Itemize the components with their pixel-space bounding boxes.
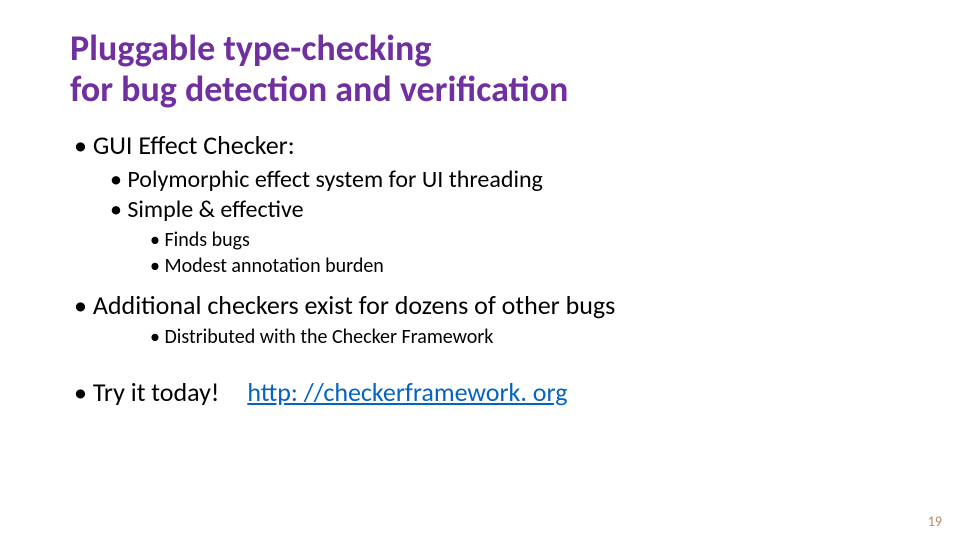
- try-row: Try it today! http: //checkerframework. …: [74, 376, 890, 408]
- title-line-1: Pluggable type-checking: [70, 26, 431, 70]
- bullet-try-it: Try it today!: [74, 376, 219, 408]
- bullet-distributed: Distributed with the Checker Framework: [150, 324, 890, 350]
- bullet-finds-bugs: Finds bugs: [150, 227, 890, 253]
- slide: Pluggable type-checking for bug detectio…: [0, 0, 960, 540]
- page-number: 19: [928, 513, 942, 530]
- bullet-simple-effective: Simple & effective: [110, 195, 890, 225]
- bullet-modest-annotation: Modest annotation burden: [150, 253, 890, 279]
- title-line-2: for bug detection and verification: [70, 67, 568, 111]
- bullet-polymorphic: Polymorphic effect system for UI threadi…: [110, 165, 890, 195]
- bullet-gui-effect-checker: GUI Effect Checker:: [74, 129, 890, 163]
- checker-framework-link[interactable]: http: //checkerframework. org: [247, 376, 567, 408]
- bullet-additional-checkers: Additional checkers exist for dozens of …: [74, 289, 890, 323]
- slide-title: Pluggable type-checking for bug detectio…: [70, 28, 890, 111]
